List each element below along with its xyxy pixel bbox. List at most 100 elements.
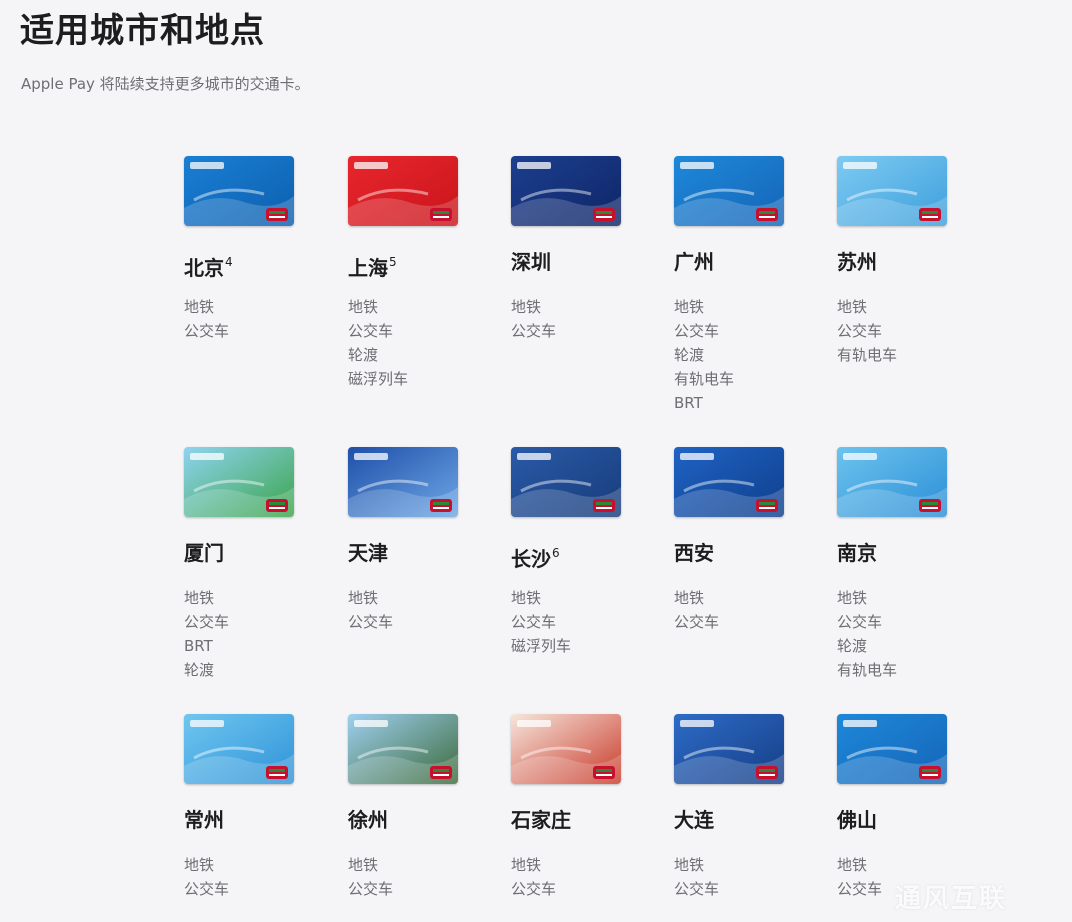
transit-mode: 轮渡: [348, 346, 379, 364]
transit-card-image[interactable]: [348, 714, 458, 784]
xiamen-card-icon: [184, 447, 294, 517]
transit-mode: 地铁: [674, 856, 705, 874]
transit-mode-list: 地铁 公交车: [184, 853, 324, 901]
city-item: 北京4 地铁 公交车: [184, 156, 324, 343]
transit-mode: 地铁: [184, 856, 215, 874]
city-name: 深圳: [511, 249, 651, 275]
transit-card-image[interactable]: [511, 714, 621, 784]
transit-mode-list: 地铁 公交车: [674, 586, 814, 634]
transit-mode: 公交车: [348, 613, 394, 631]
city-item: 常州 地铁 公交车: [184, 714, 324, 901]
transit-card-image[interactable]: [674, 447, 784, 517]
city-name: 上海5: [348, 249, 488, 280]
city-item: 长沙6 地铁公交车磁浮列车: [511, 447, 651, 658]
transit-card-image[interactable]: [184, 156, 294, 226]
transit-mode-list: 地铁 公交车: [348, 586, 488, 634]
page-subtitle: Apple Pay 将陆续支持更多城市的交通卡。: [21, 75, 310, 93]
changzhou-card-icon: [184, 714, 294, 784]
city-name: 长沙6: [511, 540, 651, 571]
transit-mode: 地铁: [511, 298, 542, 316]
city-name: 广州: [674, 249, 814, 275]
xuzhou-card-icon: [348, 714, 458, 784]
nanjing-card-icon: [837, 447, 947, 517]
transit-mode: 磁浮列车: [348, 370, 409, 388]
transit-mode-list: 地铁 公交车: [674, 853, 814, 901]
shanghai-card-icon: [348, 156, 458, 226]
changsha-card-icon: [511, 447, 621, 517]
city-item: 徐州 地铁 公交车: [348, 714, 488, 901]
transit-card-image[interactable]: [837, 156, 947, 226]
transit-mode: BRT: [184, 637, 213, 655]
city-item: 上海5 地铁公交车轮渡磁浮列车: [348, 156, 488, 391]
transit-card-image[interactable]: [348, 156, 458, 226]
transit-mode: BRT: [674, 394, 703, 412]
city-name-text: 石家庄: [511, 808, 571, 832]
footnote-link[interactable]: 4: [225, 255, 233, 269]
transit-card-image[interactable]: [511, 156, 621, 226]
transit-mode: 地铁: [674, 298, 705, 316]
city-name: 常州: [184, 807, 324, 833]
city-name-text: 苏州: [837, 250, 877, 274]
city-name-text: 佛山: [837, 808, 877, 832]
transit-mode-list: 地铁 公交车 有轨电车: [837, 295, 977, 367]
city-name: 天津: [348, 540, 488, 566]
transit-mode: 公交车: [511, 613, 557, 631]
city-name: 佛山: [837, 807, 977, 833]
transit-card-image[interactable]: [348, 447, 458, 517]
transit-mode: 地铁: [837, 298, 868, 316]
footnote-link[interactable]: 6: [552, 546, 560, 560]
page-title: 适用城市和地点: [20, 11, 265, 51]
city-name: 徐州: [348, 807, 488, 833]
city-name-text: 徐州: [348, 808, 388, 832]
transit-card-image[interactable]: [511, 447, 621, 517]
city-item: 石家庄 地铁 公交车: [511, 714, 651, 901]
city-name-text: 大连: [674, 808, 714, 832]
city-item: 大连 地铁 公交车: [674, 714, 814, 901]
transit-mode: 地铁: [348, 856, 379, 874]
city-name-text: 南京: [837, 541, 877, 565]
guangzhou-card-icon: [674, 156, 784, 226]
transit-card-image[interactable]: [674, 714, 784, 784]
transit-mode-list: 地铁 公交车 轮渡 有轨电车: [837, 586, 977, 682]
transit-mode: 公交车: [348, 322, 394, 340]
transit-mode: 磁浮列车: [511, 637, 572, 655]
beijing-card-icon: [184, 156, 294, 226]
city-name-text: 厦门: [184, 541, 224, 565]
transit-mode: 地铁: [348, 589, 379, 607]
transit-card-image[interactable]: [837, 714, 947, 784]
transit-mode: 公交车: [674, 880, 720, 898]
transit-mode: 地铁: [837, 589, 868, 607]
transit-card-image[interactable]: [184, 447, 294, 517]
transit-card-image[interactable]: [184, 714, 294, 784]
transit-mode: 公交车: [184, 613, 230, 631]
shenzhen-card-icon: [511, 156, 621, 226]
footnote-link[interactable]: 5: [389, 255, 397, 269]
dalian-card-icon: [674, 714, 784, 784]
foshan-card-icon: [837, 714, 947, 784]
city-name-text: 天津: [348, 541, 388, 565]
transit-mode-list: 地铁 公交车 磁浮列车: [511, 586, 651, 658]
transit-mode: 公交车: [184, 880, 230, 898]
city-name-text: 北京: [184, 256, 224, 280]
transit-mode: 地铁: [511, 589, 542, 607]
transit-card-image[interactable]: [837, 447, 947, 517]
transit-mode: 有轨电车: [837, 661, 898, 679]
suzhou-card-icon: [837, 156, 947, 226]
city-item: 南京地铁 公交车 轮渡 有轨电车: [837, 447, 977, 682]
transit-mode: 地铁: [184, 298, 215, 316]
transit-mode: 公交车: [511, 880, 557, 898]
city-item: 佛山 地铁 公交车: [837, 714, 977, 901]
transit-card-image[interactable]: [674, 156, 784, 226]
city-name-text: 西安: [674, 541, 714, 565]
transit-mode: 地铁: [348, 298, 379, 316]
transit-mode: 公交车: [348, 880, 394, 898]
city-name-text: 广州: [674, 250, 714, 274]
watermark: 通风互联: [895, 884, 1008, 914]
transit-mode: 有轨电车: [837, 346, 898, 364]
transit-mode-list: 地铁 公交车 轮渡 有轨电车 BRT: [674, 295, 814, 415]
transit-mode-list: 地铁 公交车: [511, 853, 651, 901]
transit-mode-list: 地铁 公交车: [184, 295, 324, 343]
city-name: 西安: [674, 540, 814, 566]
transit-mode: 地铁: [184, 589, 215, 607]
city-item: 深圳 地铁 公交车: [511, 156, 651, 343]
